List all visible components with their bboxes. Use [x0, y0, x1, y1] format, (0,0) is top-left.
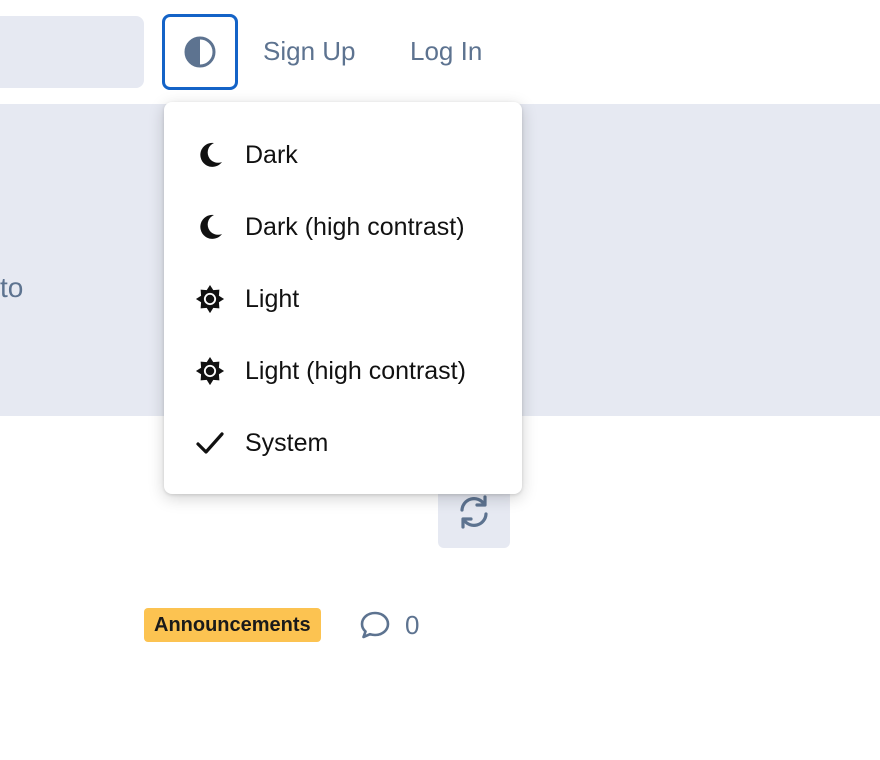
menu-item-label: Dark (high contrast) [245, 212, 465, 241]
menu-item-label: System [245, 428, 329, 457]
sign-up-link[interactable]: Sign Up [263, 36, 356, 67]
checkmark-icon [195, 428, 225, 458]
theme-menu: Dark Dark (high contrast) Light Light (h… [164, 102, 522, 494]
menu-item-label: Dark [245, 140, 298, 169]
page: Sign Up Log In to Announcements 0 Dark D… [0, 0, 880, 760]
theme-option-light[interactable]: Light [164, 263, 522, 335]
menu-item-label: Light (high contrast) [245, 356, 466, 385]
moon-icon [195, 212, 225, 242]
sun-icon [195, 284, 225, 314]
theme-option-light-high-contrast[interactable]: Light (high contrast) [164, 335, 522, 407]
menu-item-label: Light [245, 284, 300, 313]
category-badge[interactable]: Announcements [144, 608, 321, 642]
theme-option-system[interactable]: System [164, 407, 522, 479]
refresh-icon [460, 495, 488, 529]
search-box[interactable] [0, 16, 144, 88]
theme-option-dark-high-contrast[interactable]: Dark (high contrast) [164, 191, 522, 263]
theme-toggle-button[interactable] [162, 14, 238, 90]
banner-text: to [0, 272, 24, 303]
comment-icon [360, 611, 390, 639]
half-circle-contrast-icon [184, 36, 216, 68]
moon-icon [195, 140, 225, 170]
log-in-link[interactable]: Log In [410, 36, 482, 67]
theme-option-dark[interactable]: Dark [164, 119, 522, 191]
sun-icon [195, 356, 225, 386]
comment-count: 0 [405, 610, 420, 640]
